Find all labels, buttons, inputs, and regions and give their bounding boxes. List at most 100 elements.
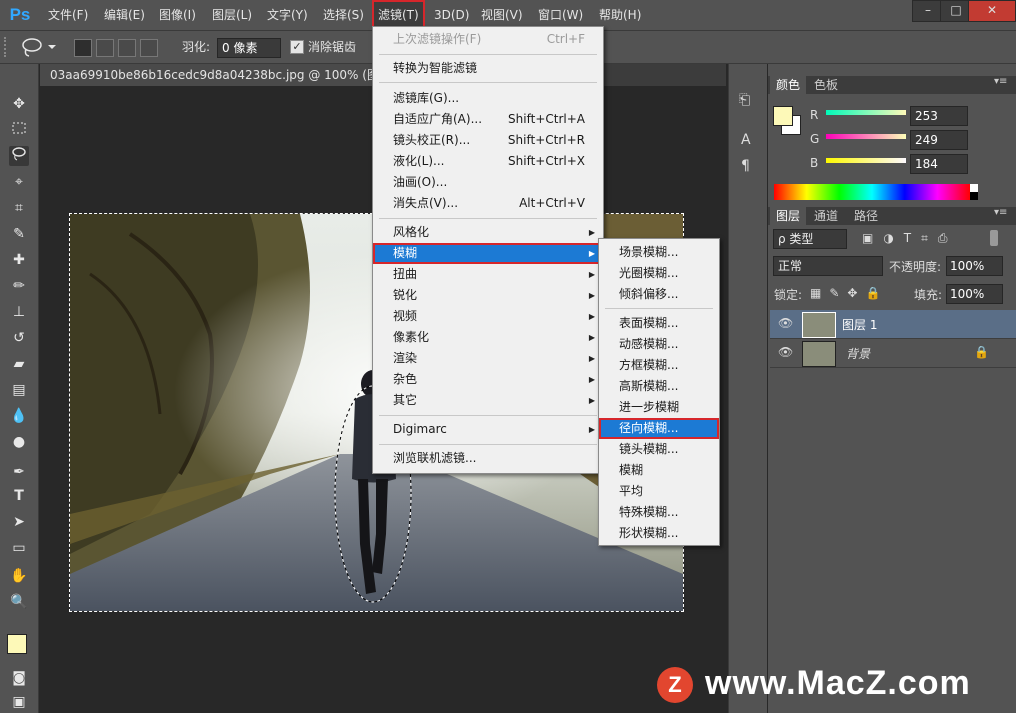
submenu-item-iris-blur[interactable]: 光圈模糊... — [599, 263, 719, 284]
submenu-item-motion-blur[interactable]: 动感模糊... — [599, 334, 719, 355]
history-panel-icon[interactable]: ⎗ — [739, 92, 750, 108]
submenu-item-radial-blur[interactable]: 径向模糊... — [599, 418, 719, 439]
menu-item-vanishing-point[interactable]: 消失点(V)... Alt+Ctrl+V — [373, 193, 603, 214]
submenu-item-surface-blur[interactable]: 表面模糊... — [599, 313, 719, 334]
menu-item-blur[interactable]: 模糊 ▶ — [373, 243, 603, 264]
layer-name[interactable]: 图层 1 — [842, 316, 877, 333]
menu-item-digimarc[interactable]: Digimarc ▶ — [373, 419, 603, 440]
submenu-item-tilt-shift[interactable]: 倾斜偏移... — [599, 284, 719, 305]
menu-item-pixelate[interactable]: 像素化 ▶ — [373, 327, 603, 348]
blue-slider[interactable] — [826, 158, 906, 163]
tab-channels[interactable]: 通道 — [808, 207, 844, 225]
subtract-selection-button[interactable] — [118, 39, 136, 57]
move-tool-icon[interactable]: ✥ — [9, 94, 29, 114]
hand-tool-icon[interactable]: ✋ — [9, 566, 29, 586]
color-spectrum-bar[interactable] — [774, 184, 970, 200]
document-tab[interactable]: 03aa69910be86b16cedc9d8a04238bc.jpg @ 10… — [40, 64, 417, 86]
layer-filter-select[interactable]: ρ 类型 — [773, 229, 847, 249]
antialias-checkbox[interactable]: ✓ — [290, 40, 304, 54]
menu-help[interactable]: 帮助(H) — [599, 0, 641, 30]
menu-item-convert-smart-filter[interactable]: 转换为智能滤镜 — [373, 58, 603, 79]
submenu-item-blur[interactable]: 模糊 — [599, 460, 719, 481]
paragraph-panel-icon[interactable]: ¶ — [741, 158, 750, 174]
grip-handle[interactable] — [4, 37, 10, 57]
menu-item-stylize[interactable]: 风格化 ▶ — [373, 222, 603, 243]
feather-input[interactable]: 0 像素 — [217, 38, 281, 58]
lasso-tool-icon[interactable] — [9, 146, 29, 166]
add-selection-button[interactable] — [96, 39, 114, 57]
menu-item-oil-paint[interactable]: 油画(O)... — [373, 172, 603, 193]
pen-tool-icon[interactable]: ✒ — [9, 462, 29, 482]
green-value-input[interactable]: 249 — [910, 130, 968, 150]
layer-filter-icons[interactable]: ▣◑T⌗⎙ — [862, 231, 958, 246]
filter-toggle[interactable] — [990, 230, 998, 246]
menu-item-liquify[interactable]: 液化(L)... Shift+Ctrl+X — [373, 151, 603, 172]
submenu-item-average[interactable]: 平均 — [599, 481, 719, 502]
submenu-item-lens-blur[interactable]: 镜头模糊... — [599, 439, 719, 460]
character-panel-icon[interactable]: A — [741, 132, 751, 148]
eraser-tool-icon[interactable]: ▰ — [9, 354, 29, 374]
foreground-color-swatch[interactable] — [7, 634, 27, 654]
menu-layer[interactable]: 图层(L) — [212, 0, 252, 30]
crop-tool-icon[interactable]: ⌗ — [9, 198, 29, 218]
submenu-item-gaussian-blur[interactable]: 高斯模糊... — [599, 376, 719, 397]
layer-row[interactable]: 👁 背景 🔒 — [770, 339, 1016, 368]
history-brush-tool-icon[interactable]: ↺ — [9, 328, 29, 348]
shape-tool-icon[interactable]: ▭ — [9, 538, 29, 558]
dodge-tool-icon[interactable]: ● — [9, 432, 29, 452]
menu-item-noise[interactable]: 杂色 ▶ — [373, 369, 603, 390]
fill-input[interactable]: 100% — [946, 284, 1003, 304]
zoom-tool-icon[interactable]: 🔍 — [9, 592, 29, 612]
quick-select-tool-icon[interactable]: ⌖ — [9, 172, 29, 192]
type-tool-icon[interactable]: T — [9, 486, 29, 506]
menu-item-adaptive-wide-angle[interactable]: 自适应广角(A)... Shift+Ctrl+A — [373, 109, 603, 130]
menu-item-distort[interactable]: 扭曲 ▶ — [373, 264, 603, 285]
red-slider[interactable] — [826, 110, 906, 115]
eyedropper-tool-icon[interactable]: ✎ — [9, 224, 29, 244]
visibility-eye-icon[interactable]: 👁 — [778, 345, 793, 359]
blue-value-input[interactable]: 184 — [910, 154, 968, 174]
lock-icons[interactable]: ▦✎✥🔒 — [810, 286, 888, 300]
black-swatch[interactable] — [970, 192, 978, 200]
quick-mask-icon[interactable]: ◙ — [9, 668, 29, 688]
healing-tool-icon[interactable]: ✚ — [9, 250, 29, 270]
menu-item-filter-gallery[interactable]: 滤镜库(G)... — [373, 88, 603, 109]
submenu-item-shape-blur[interactable]: 形状模糊... — [599, 523, 719, 544]
white-swatch[interactable] — [970, 184, 978, 192]
path-select-tool-icon[interactable]: ➤ — [9, 512, 29, 532]
opacity-input[interactable]: 100% — [946, 256, 1003, 276]
tab-layers[interactable]: 图层 — [770, 207, 807, 225]
layer-row[interactable]: 👁 图层 1 — [770, 310, 1016, 339]
menu-item-video[interactable]: 视频 ▶ — [373, 306, 603, 327]
menu-edit[interactable]: 编辑(E) — [104, 0, 145, 30]
menu-item-browse-filters-online[interactable]: 浏览联机滤镜... — [373, 448, 603, 469]
menu-item-last-filter[interactable]: 上次滤镜操作(F) Ctrl+F — [373, 29, 603, 50]
brush-tool-icon[interactable]: ✏ — [9, 276, 29, 296]
green-slider[interactable] — [826, 134, 906, 139]
submenu-item-blur-more[interactable]: 进一步模糊 — [599, 397, 719, 418]
blur-tool-icon[interactable]: 💧 — [9, 406, 29, 426]
new-selection-button[interactable] — [74, 39, 92, 57]
menu-image[interactable]: 图像(I) — [159, 0, 196, 30]
layer-name[interactable]: 背景 — [846, 345, 870, 362]
menu-type[interactable]: 文字(Y) — [267, 0, 308, 30]
lasso-preset-icon[interactable] — [18, 35, 58, 59]
panel-menu-icon[interactable]: ▾≡ — [994, 207, 1007, 218]
intersect-selection-button[interactable] — [140, 39, 158, 57]
menu-file[interactable]: 文件(F) — [48, 0, 88, 30]
color-foreground-swatch[interactable] — [773, 106, 793, 126]
screen-mode-icon[interactable]: ▣ — [9, 692, 29, 712]
submenu-item-field-blur[interactable]: 场景模糊... — [599, 242, 719, 263]
submenu-item-smart-blur[interactable]: 特殊模糊... — [599, 502, 719, 523]
submenu-item-box-blur[interactable]: 方框模糊... — [599, 355, 719, 376]
menu-item-sharpen[interactable]: 锐化 ▶ — [373, 285, 603, 306]
menu-select[interactable]: 选择(S) — [323, 0, 364, 30]
gradient-tool-icon[interactable]: ▤ — [9, 380, 29, 400]
tab-color[interactable]: 颜色 — [770, 76, 807, 94]
stamp-tool-icon[interactable]: ⊥ — [9, 302, 29, 322]
visibility-eye-icon[interactable]: 👁 — [778, 316, 793, 330]
menu-item-render[interactable]: 渲染 ▶ — [373, 348, 603, 369]
marquee-tool-icon[interactable] — [9, 120, 29, 140]
panel-menu-icon[interactable]: ▾≡ — [994, 76, 1007, 87]
menu-item-other[interactable]: 其它 ▶ — [373, 390, 603, 411]
